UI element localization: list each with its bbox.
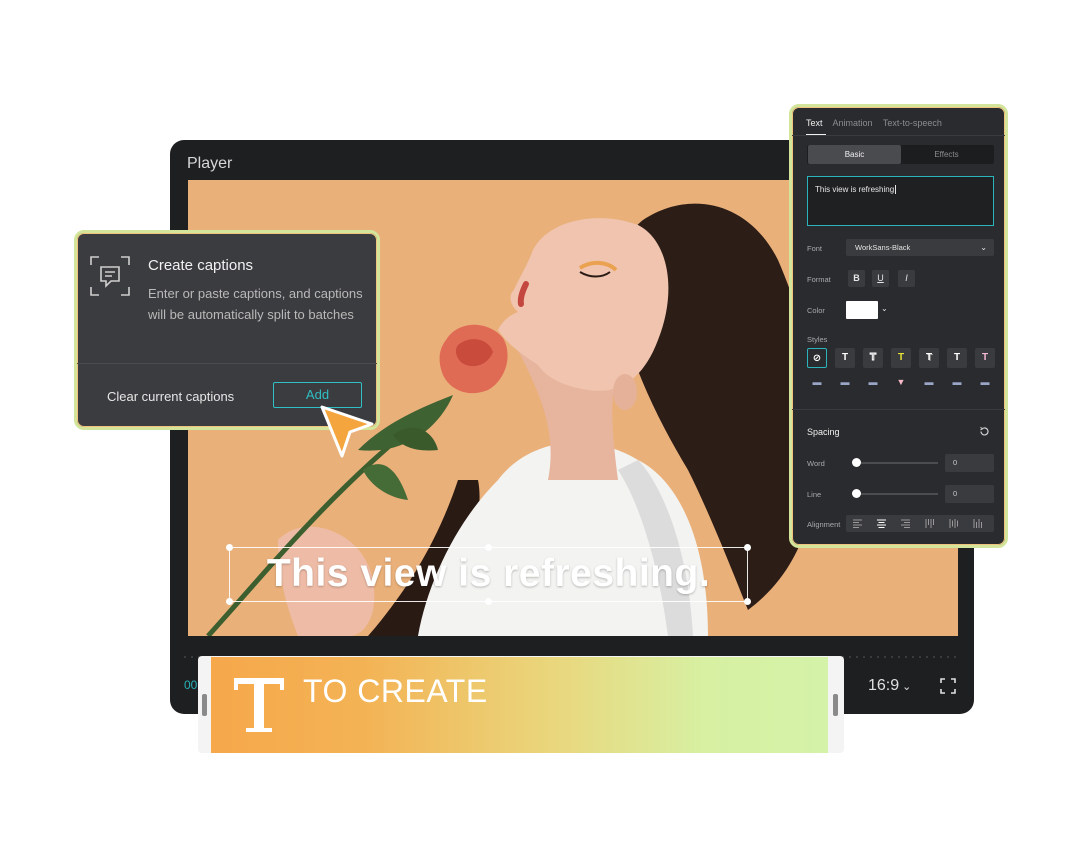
style-preset[interactable]: ▬ [947, 377, 967, 391]
style-preset[interactable]: ▬ [807, 377, 827, 391]
align-left-icon[interactable] [852, 518, 863, 529]
style-preset[interactable]: ▬ [919, 377, 939, 391]
font-label: Font [807, 244, 823, 253]
chevron-down-icon[interactable]: ⌄ [881, 304, 888, 313]
slider-handle[interactable] [852, 489, 861, 498]
captions-icon [90, 256, 130, 296]
divider [792, 135, 1005, 136]
alignment-label: Alignment [807, 520, 841, 529]
clear-captions-button[interactable]: Clear current captions [107, 389, 234, 404]
tab-animation[interactable]: Animation [833, 118, 873, 128]
create-captions-popup: Create captions Enter or paste captions,… [74, 230, 380, 430]
resize-handle[interactable] [485, 544, 492, 551]
tab-text-to-speech[interactable]: Text-to-speech [883, 118, 942, 128]
style-preset[interactable]: T [835, 348, 855, 368]
align-center-icon[interactable] [876, 518, 887, 529]
text-settings-panel: Text Animation Text-to-speech Basic Effe… [789, 104, 1008, 548]
trim-handle-left[interactable] [202, 694, 207, 716]
align-right-icon[interactable] [900, 518, 911, 529]
format-label: Format [807, 275, 831, 284]
text-tool-icon [234, 678, 284, 732]
panel-tabs: Text Animation Text-to-speech [806, 118, 950, 128]
video-caption-text[interactable]: This view is refreshing. [230, 552, 747, 596]
caption-text-input[interactable]: This view is refreshing [807, 176, 994, 226]
chevron-down-icon: ⌄ [980, 243, 987, 252]
style-preset[interactable]: ▼ [891, 377, 911, 391]
style-preset[interactable]: ▬ [835, 377, 855, 391]
style-preset[interactable]: T [891, 348, 911, 368]
resize-handle[interactable] [744, 544, 751, 551]
underline-button[interactable]: U [872, 270, 889, 287]
color-label: Color [807, 306, 825, 315]
fullscreen-icon[interactable] [940, 678, 956, 694]
italic-button[interactable]: I [898, 270, 915, 287]
chevron-down-icon: ⌄ [902, 681, 912, 693]
banner-text: TO CREATE [303, 673, 488, 709]
resize-handle[interactable] [226, 598, 233, 605]
style-preset[interactable]: T [975, 348, 995, 368]
trim-handle-right[interactable] [833, 694, 838, 716]
style-preset[interactable]: T [919, 348, 939, 368]
aspect-ratio-select[interactable]: 16:9 ⌄ [868, 677, 911, 695]
style-preset[interactable]: T [863, 348, 883, 368]
align-middle-icon[interactable] [948, 518, 959, 529]
word-label: Word [807, 459, 825, 468]
popup-title: Create captions [148, 257, 254, 274]
bold-button[interactable]: B [848, 270, 865, 287]
slider-handle[interactable] [852, 458, 861, 467]
style-preset[interactable]: T [947, 348, 967, 368]
styles-label: Styles [807, 335, 828, 344]
align-bottom-icon[interactable] [972, 518, 983, 529]
line-spacing-slider[interactable] [853, 493, 938, 495]
resize-handle[interactable] [485, 598, 492, 605]
basic-effects-toggle: Basic Effects [807, 145, 994, 164]
color-swatch[interactable] [846, 301, 878, 319]
spacing-title: Spacing [807, 427, 840, 437]
font-select[interactable]: WorkSans-Black ⌄ [846, 239, 994, 256]
tab-text[interactable]: Text [806, 118, 823, 128]
align-top-icon[interactable] [924, 518, 935, 529]
text-cursor [895, 185, 897, 194]
caption-selection-box[interactable]: This view is refreshing. [226, 544, 751, 605]
cursor-pointer-icon [320, 405, 374, 458]
segment-basic[interactable]: Basic [808, 145, 901, 164]
player-title: Player [187, 155, 233, 172]
divider [792, 409, 1005, 410]
word-spacing-slider[interactable] [853, 462, 938, 464]
timecode: 00 [184, 678, 198, 692]
alignment-group [846, 515, 994, 532]
resize-handle[interactable] [226, 544, 233, 551]
line-label: Line [807, 490, 822, 499]
resize-handle[interactable] [744, 598, 751, 605]
font-value: WorkSans-Black [855, 243, 911, 252]
popup-description: Enter or paste captions, and captions wi… [148, 286, 363, 322]
line-spacing-input[interactable]: 0 [945, 485, 994, 503]
aspect-ratio-value: 16:9 [868, 677, 900, 694]
segment-effects[interactable]: Effects [900, 145, 993, 164]
caption-text-value: This view is refreshing [815, 185, 895, 194]
style-preset[interactable]: ▬ [975, 377, 995, 391]
word-spacing-input[interactable]: 0 [945, 454, 994, 472]
style-none-icon[interactable]: ⊘ [807, 348, 827, 368]
style-preset[interactable]: ▬ [863, 377, 883, 391]
reset-icon[interactable] [979, 426, 990, 437]
divider [77, 363, 377, 364]
